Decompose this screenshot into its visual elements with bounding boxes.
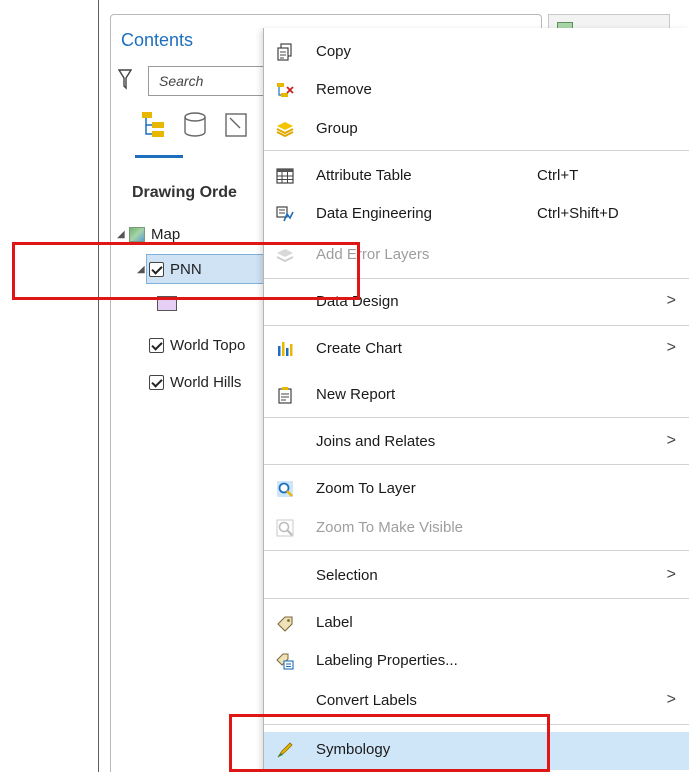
menu-item-label: Remove	[316, 81, 372, 98]
menu-item-new-report[interactable]: New Report	[264, 377, 689, 413]
tree-label-map: Map	[151, 225, 181, 243]
menu-item-label: Group	[316, 120, 358, 137]
menu-separator	[264, 464, 689, 465]
menu-item-attribute-table[interactable]: Attribute Table Ctrl+T	[264, 158, 689, 194]
menu-item-label[interactable]: Label	[264, 605, 689, 641]
menu-item-label: Zoom To Make Visible	[316, 519, 464, 536]
report-icon	[278, 387, 292, 404]
menu-item-labeling-properties[interactable]: Labeling Properties...	[264, 643, 689, 679]
menu-item-zoom-to-layer[interactable]: Zoom To Layer	[264, 471, 689, 507]
filter-icon[interactable]	[118, 68, 132, 92]
layer-visibility-checkbox[interactable]	[149, 337, 164, 353]
group-icon	[276, 122, 294, 138]
menu-item-zoom-to-make-visible[interactable]: Zoom To Make Visible	[264, 510, 689, 546]
drawing-order-heading: Drawing Orde	[132, 184, 237, 201]
chart-icon	[278, 342, 293, 356]
annotation-highlight-symbology	[229, 714, 550, 772]
pane-title: Contents	[121, 30, 194, 50]
menu-item-data-engineering[interactable]: Data Engineering Ctrl+Shift+D	[264, 196, 689, 232]
tree-row-world-hillshade[interactable]: World Hills	[149, 370, 241, 394]
menu-separator	[264, 417, 689, 418]
chevron-right-icon: >	[666, 292, 676, 309]
selection-view-icon[interactable]	[222, 110, 252, 140]
chevron-right-icon: >	[666, 566, 676, 583]
chevron-right-icon: >	[666, 691, 676, 708]
menu-separator	[264, 150, 689, 151]
menu-item-label: Convert Labels	[316, 692, 417, 709]
remove-icon	[277, 83, 294, 97]
window-border	[98, 0, 99, 772]
menu-item-label: Copy	[316, 43, 352, 60]
menu-item-label: Joins and Relates	[316, 433, 436, 450]
menu-item-label: Attribute Table	[316, 167, 412, 184]
zoom-visible-icon	[276, 519, 294, 537]
map-icon	[129, 226, 145, 242]
menu-item-label: Labeling Properties...	[316, 652, 458, 669]
chevron-right-icon: >	[666, 432, 676, 449]
menu-item-label-text: Label	[316, 614, 353, 631]
tree-row-world-topo[interactable]: World Topo	[149, 333, 245, 357]
menu-item-label: Selection	[316, 567, 378, 584]
menu-item-selection[interactable]: Selection >	[264, 558, 689, 594]
menu-item-label: Create Chart	[316, 340, 402, 357]
table-icon	[276, 168, 294, 184]
menu-item-remove[interactable]: Remove	[264, 72, 689, 108]
menu-item-shortcut: Ctrl+T	[537, 167, 579, 184]
layer-context-menu: Copy Remove Group Attribute Table Ctrl+T…	[263, 28, 689, 772]
labeling-properties-icon	[276, 653, 294, 670]
menu-item-shortcut: Ctrl+Shift+D	[537, 205, 619, 222]
menu-separator	[264, 550, 689, 551]
collapse-icon[interactable]: ◢	[117, 229, 129, 240]
menu-separator	[264, 598, 689, 599]
label-icon	[277, 616, 293, 632]
screenshot-canvas: Contents Search Drawing Orde ◢ Map ◢ PNN	[0, 0, 689, 772]
menu-item-label: New Report	[316, 386, 396, 403]
data-source-icon[interactable]	[180, 110, 210, 140]
menu-item-create-chart[interactable]: Create Chart >	[264, 331, 689, 367]
zoom-layer-icon	[277, 481, 293, 497]
data-engineering-icon	[276, 206, 294, 222]
menu-item-label: Zoom To Layer	[316, 480, 416, 497]
menu-item-joins-and-relates[interactable]: Joins and Relates >	[264, 424, 689, 460]
chevron-right-icon: >	[666, 339, 676, 356]
menu-item-copy[interactable]: Copy	[264, 34, 689, 70]
annotation-highlight-pnn	[12, 242, 360, 300]
tree-label-world-topo: World Topo	[170, 336, 246, 354]
layer-visibility-checkbox[interactable]	[149, 374, 164, 390]
active-tab-indicator	[135, 155, 183, 158]
menu-item-label: Data Engineering	[316, 205, 432, 222]
menu-item-group[interactable]: Group	[264, 111, 689, 147]
drawing-order-icon[interactable]	[140, 110, 170, 140]
tree-label-world-hillshade: World Hills	[170, 373, 242, 391]
search-input[interactable]: Search	[148, 66, 278, 96]
copy-icon	[277, 43, 292, 61]
menu-separator	[264, 325, 689, 326]
